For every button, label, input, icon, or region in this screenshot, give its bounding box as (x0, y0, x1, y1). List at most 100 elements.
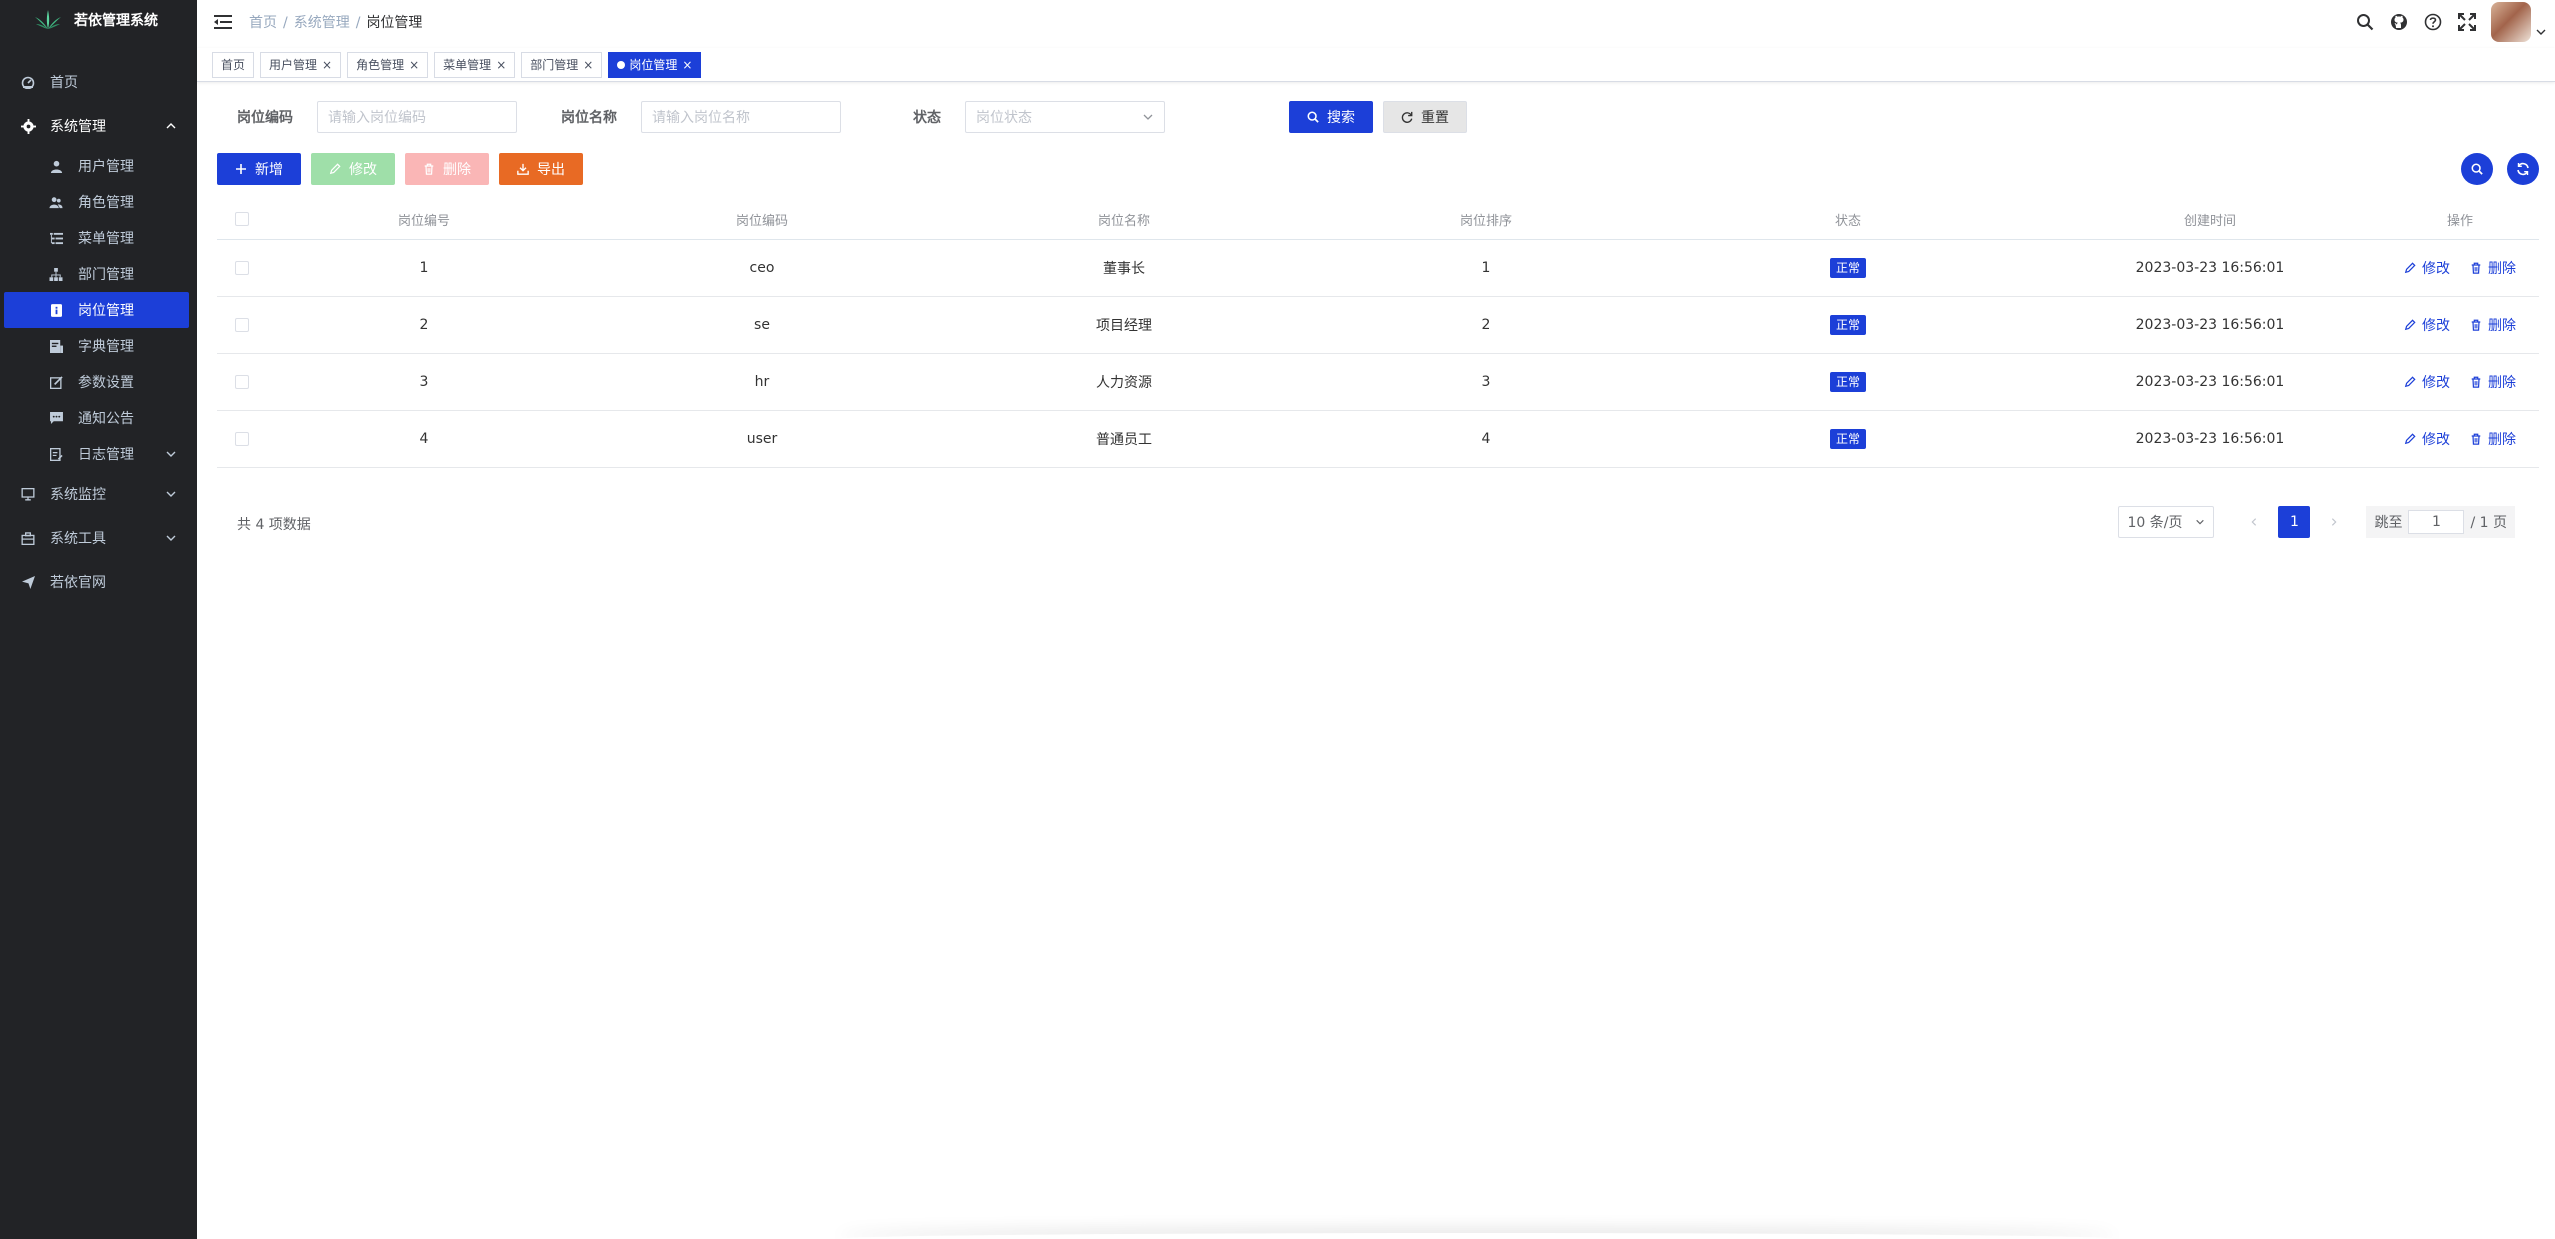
header-post-sort: 岗位排序 (1459, 213, 1512, 229)
logo[interactable]: 若依管理系统 (0, 0, 197, 40)
table-row: 4 user 普通员工 4 正常 2023-03-23 16:56:01 修改 … (217, 411, 2539, 468)
post-name-input[interactable]: 请输入岗位名称 (641, 101, 841, 133)
sidebar-item-home[interactable]: 首页 (0, 60, 197, 104)
jump-input[interactable]: 1 (2408, 510, 2465, 534)
table-row: 2 se 项目经理 2 正常 2023-03-23 16:56:01 修改 删除 (217, 297, 2539, 354)
reset-button[interactable]: 重置 (1383, 101, 1467, 133)
avatar[interactable] (2491, 2, 2531, 42)
row-checkbox[interactable] (235, 375, 249, 389)
close-icon[interactable]: × (583, 53, 593, 77)
sidebar-item-label: 岗位管理 (78, 303, 134, 319)
row-delete-label: 删除 (2488, 375, 2516, 391)
tag-roles[interactable]: 角色管理 × (347, 51, 429, 78)
tag-home[interactable]: 首页 (212, 51, 255, 78)
breadcrumb-item-home[interactable]: 首页 (249, 15, 277, 31)
sidebar-item-depts[interactable]: 部门管理 (0, 256, 197, 292)
sidebar-item-users[interactable]: 用户管理 (0, 148, 197, 184)
prev-page-button[interactable] (2238, 506, 2270, 538)
active-dot-icon (617, 60, 626, 69)
row-delete-link[interactable]: 删除 (2470, 429, 2516, 449)
sidebar-item-monitor[interactable]: 系统监控 (0, 472, 197, 516)
row-edit-link[interactable]: 修改 (2404, 372, 2450, 392)
add-button[interactable]: 新增 (217, 153, 301, 185)
post-code-label: 岗位编码 (237, 110, 293, 126)
delete-button[interactable]: 删除 (405, 153, 489, 185)
fullscreen-icon[interactable] (2457, 12, 2477, 32)
tool-icon (20, 530, 36, 546)
row-delete-link[interactable]: 删除 (2470, 372, 2516, 392)
tag-users[interactable]: 用户管理 × (260, 51, 342, 78)
search-button[interactable]: 搜索 (1289, 101, 1373, 133)
row-checkbox[interactable] (235, 318, 249, 332)
row-delete-link[interactable]: 删除 (2470, 258, 2516, 278)
refresh-button[interactable] (2507, 153, 2539, 185)
delete-icon (424, 163, 434, 175)
sidebar-item-label: 菜单管理 (78, 231, 134, 247)
app-title: 若依管理系统 (74, 13, 158, 29)
toggle-search-button[interactable] (2461, 153, 2493, 185)
cell-post-name: 项目经理 (1096, 318, 1152, 334)
page-number-current[interactable]: 1 (2278, 506, 2311, 538)
close-icon[interactable]: × (496, 53, 506, 77)
github-icon[interactable] (2389, 12, 2409, 32)
status-select[interactable]: 岗位状态 (965, 101, 1165, 133)
cell-post-sort: 1 (1481, 260, 1491, 276)
sidebar-item-website[interactable]: 若依官网 (0, 560, 197, 604)
sidebar-item-config[interactable]: 参数设置 (0, 364, 197, 400)
row-delete-label: 删除 (2488, 318, 2516, 334)
row-edit-link[interactable]: 修改 (2404, 429, 2450, 449)
row-checkbox[interactable] (235, 432, 249, 446)
tag-menus[interactable]: 菜单管理 × (434, 51, 516, 78)
edit-icon (2404, 262, 2416, 274)
main-content: 岗位编码 请输入岗位编码 岗位名称 请输入岗位名称 状态 岗位状态 搜索 重置 … (197, 83, 2555, 1239)
header-actions: 操作 (2446, 213, 2473, 229)
sidebar-item-dict[interactable]: 字典管理 (0, 328, 197, 364)
toolbar: 新增 修改 删除 导出 (217, 153, 2539, 185)
chevron-right-icon (2332, 518, 2337, 526)
sidebar-item-notice[interactable]: 通知公告 (0, 400, 197, 436)
sidebar-item-tools[interactable]: 系统工具 (0, 516, 197, 560)
question-icon[interactable] (2423, 12, 2443, 32)
row-delete-link[interactable]: 删除 (2470, 315, 2516, 335)
sidebar-item-menus[interactable]: 菜单管理 (0, 220, 197, 256)
sidebar-item-label: 部门管理 (78, 267, 134, 283)
sidebar-item-posts[interactable]: 岗位管理 (4, 292, 189, 328)
row-checkbox[interactable] (235, 261, 249, 275)
export-button[interactable]: 导出 (499, 153, 583, 185)
row-edit-link[interactable]: 修改 (2404, 258, 2450, 278)
search-icon (2471, 163, 2483, 175)
guide-icon (20, 574, 36, 590)
sidebar-item-label: 若依官网 (50, 575, 106, 591)
sidebar-item-roles[interactable]: 角色管理 (0, 184, 197, 220)
post-code-input[interactable]: 请输入岗位编码 (317, 101, 517, 133)
search-icon[interactable] (2355, 12, 2375, 32)
tree-table-icon (48, 230, 64, 246)
edit-button[interactable]: 修改 (311, 153, 395, 185)
close-icon[interactable]: × (682, 53, 692, 77)
sidebar-item-system[interactable]: 系统管理 (0, 104, 197, 148)
cell-post-id: 4 (419, 431, 429, 447)
close-icon[interactable]: × (322, 53, 332, 77)
cell-post-id: 2 (419, 317, 429, 333)
breadcrumb-item-system[interactable]: 系统管理 (294, 15, 350, 31)
close-icon[interactable]: × (409, 53, 419, 77)
hamburger-icon[interactable] (213, 12, 233, 32)
add-button-label: 新增 (255, 162, 283, 178)
edit-icon (48, 374, 64, 390)
peoples-icon (48, 194, 64, 210)
chevron-down-icon[interactable] (2535, 26, 2547, 38)
cell-post-id: 1 (419, 260, 429, 276)
next-page-button[interactable] (2318, 506, 2350, 538)
tag-posts[interactable]: 岗位管理 × (608, 51, 702, 78)
select-all-checkbox[interactable] (235, 212, 249, 226)
sidebar: 若依管理系统 首页 系统管理 用户管理 角色管理 菜单管理 部门管理 岗位管理 … (0, 0, 197, 1239)
tag-depts[interactable]: 部门管理 × (521, 51, 603, 78)
edit-icon (2404, 376, 2416, 388)
refresh-icon (1401, 111, 1413, 123)
sidebar-item-log[interactable]: 日志管理 (0, 436, 197, 472)
delete-button-label: 删除 (443, 162, 471, 178)
row-edit-link[interactable]: 修改 (2404, 315, 2450, 335)
chevron-down-icon (2196, 519, 2205, 525)
sidebar-item-label: 首页 (50, 75, 78, 91)
page-size-select[interactable]: 10 条/页 (2118, 506, 2215, 538)
